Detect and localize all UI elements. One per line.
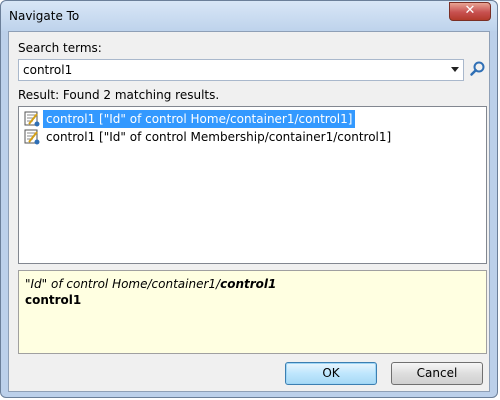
close-icon: ✕ [464, 3, 476, 18]
search-button[interactable] [469, 60, 487, 78]
property-icon [24, 111, 40, 127]
detail-path: "Id" of control Home/container1/control1 [25, 276, 480, 292]
navigate-to-dialog: Navigate To ✕ Search terms: Result: Foun… [0, 0, 498, 398]
dialog-body: Search terms: Result: Found 2 matching r… [8, 31, 490, 392]
detail-path-prefix: "Id" of control Home/container1/ [25, 277, 221, 291]
close-button[interactable]: ✕ [449, 2, 491, 21]
title-bar[interactable]: Navigate To ✕ [1, 1, 497, 31]
details-panel: "Id" of control Home/container1/control1… [18, 270, 487, 354]
result-item-label: control1 ["Id" of control Home/container… [43, 110, 356, 128]
dialog-title: Navigate To [9, 9, 80, 23]
detail-path-name: control1 [220, 277, 277, 291]
chevron-down-icon[interactable] [451, 67, 459, 72]
results-summary: Result: Found 2 matching results. [18, 88, 220, 102]
search-terms-label: Search terms: [18, 41, 102, 55]
detail-name: control1 [25, 293, 82, 307]
property-icon [24, 129, 40, 145]
ok-button[interactable]: OK [285, 362, 377, 385]
result-item-label: control1 ["Id" of control Membership/con… [46, 130, 392, 144]
search-icon [470, 61, 485, 76]
results-list[interactable]: control1 ["Id" of control Home/container… [18, 106, 487, 264]
cancel-button[interactable]: Cancel [391, 362, 483, 385]
search-combobox[interactable] [18, 59, 464, 81]
search-input[interactable] [19, 60, 443, 80]
